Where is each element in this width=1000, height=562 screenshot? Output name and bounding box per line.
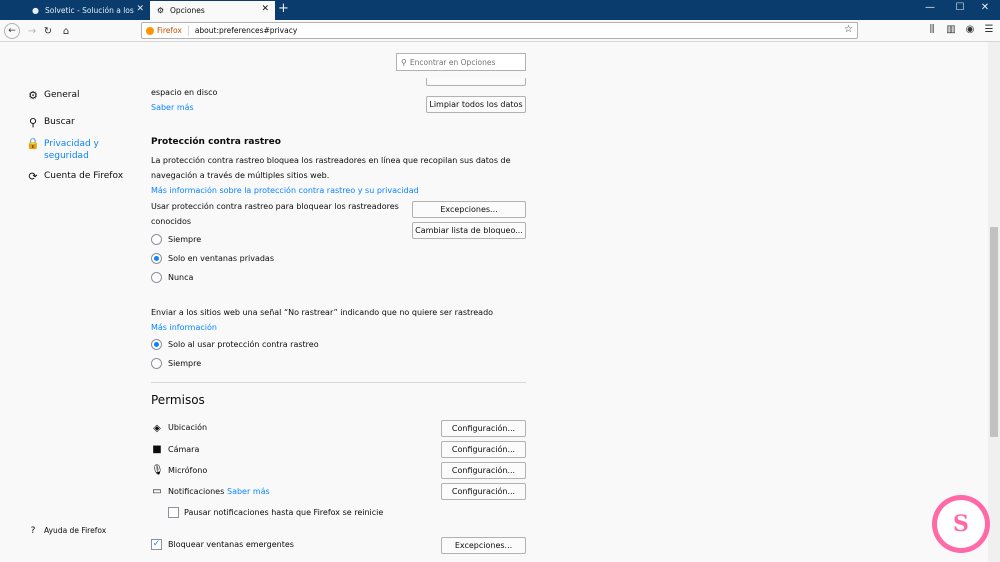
permission-label-notifications: Notificaciones bbox=[168, 487, 225, 496]
notifications-learn-more-link[interactable]: Saber más bbox=[227, 487, 270, 496]
sidebar-item-buscar[interactable]: ⚲ Buscar bbox=[26, 117, 75, 128]
microphone-settings-button[interactable]: Configuración... bbox=[441, 462, 526, 479]
tracking-radio-siempre[interactable] bbox=[151, 234, 162, 245]
solvetic-logo: S bbox=[932, 495, 990, 553]
dnt-more-info-link[interactable]: Más información bbox=[151, 323, 217, 332]
firefox-icon bbox=[146, 26, 154, 35]
change-block-list-button[interactable]: Cambiar lista de bloqueo... bbox=[412, 222, 526, 239]
back-button[interactable]: ← bbox=[4, 23, 20, 39]
menu-icon[interactable]: ☰ bbox=[982, 24, 996, 35]
search-icon: ⚲ bbox=[401, 57, 407, 67]
sync-icon: ⟳ bbox=[28, 170, 38, 183]
title-bar: ● Solvetic - Solución a los proble ✕ ⚙ O… bbox=[0, 0, 1000, 20]
clear-all-data-button[interactable]: Limpiar todos los datos bbox=[426, 96, 526, 113]
cache-learn-more-link[interactable]: Saber más bbox=[151, 103, 194, 112]
sidebar-item-label: General bbox=[44, 90, 80, 100]
block-popups-checkbox[interactable]: ✓ bbox=[151, 539, 162, 550]
sidebar-item-label: Buscar bbox=[44, 117, 75, 127]
permission-label-microphone: Micrófono bbox=[168, 466, 208, 475]
search-placeholder: Encontrar en Opciones bbox=[409, 57, 496, 67]
solvetic-favicon-icon: ● bbox=[32, 6, 39, 15]
section-divider bbox=[151, 382, 526, 383]
tab-label: Opciones bbox=[170, 6, 205, 15]
minimize-icon[interactable]: — bbox=[915, 2, 945, 13]
radio-label: Nunca bbox=[168, 273, 194, 282]
tracking-use-line2: conocidos bbox=[151, 217, 192, 226]
tab-opciones[interactable]: ⚙ Opciones ✕ bbox=[150, 1, 275, 20]
sidebar-item-general[interactable]: ⚙ General bbox=[26, 90, 79, 101]
tab-solvetic[interactable]: ● Solvetic - Solución a los proble ✕ bbox=[25, 1, 150, 20]
radio-label: Solo en ventanas privadas bbox=[168, 254, 274, 263]
permission-label-camera: Cámara bbox=[168, 445, 200, 454]
permissions-heading: Permisos bbox=[151, 393, 205, 407]
search-input[interactable]: ⚲ Encontrar en Opciones bbox=[396, 53, 526, 71]
help-label: Ayuda de Firefox bbox=[44, 526, 107, 535]
forward-button[interactable]: → bbox=[24, 23, 40, 39]
notifications-settings-button[interactable]: Configuración... bbox=[441, 483, 526, 500]
camera-icon: ■ bbox=[152, 444, 162, 455]
lock-icon: 🔒 bbox=[26, 137, 40, 150]
identity-box[interactable]: Firefox bbox=[146, 26, 182, 35]
tracking-desc-line2: navegación a través de múltiples sitios … bbox=[151, 171, 330, 180]
radio-label: Siempre bbox=[168, 235, 202, 244]
gear-icon: ⚙ bbox=[28, 89, 38, 102]
notification-icon: ▭ bbox=[152, 486, 162, 497]
tracking-use-line1: Usar protección contra rastreo para bloq… bbox=[151, 202, 399, 211]
sidebar-item-label: Privacidad y seguridad bbox=[44, 139, 99, 161]
help-icon: ? bbox=[30, 526, 36, 536]
location-icon: ◈ bbox=[153, 423, 161, 434]
home-button[interactable]: ⌂ bbox=[58, 23, 74, 39]
new-tab-button[interactable]: + bbox=[278, 1, 289, 16]
block-popups-label: Bloquear ventanas emergentes bbox=[168, 540, 294, 549]
camera-settings-button[interactable]: Configuración... bbox=[441, 441, 526, 458]
nav-toolbar: ← → ↻ ⌂ Firefox about:preferences#privac… bbox=[0, 20, 1000, 42]
tracking-radio-private[interactable] bbox=[151, 253, 162, 264]
logo-letter: S bbox=[937, 500, 985, 548]
url-text[interactable]: about:preferences#privacy bbox=[195, 26, 297, 35]
tracking-desc-line1: La protección contra rastreo bloquea los… bbox=[151, 156, 511, 165]
dnt-radio-siempre[interactable] bbox=[151, 358, 162, 369]
sidebar-item-cuenta[interactable]: ⟳ Cuenta de Firefox bbox=[26, 171, 123, 182]
account-icon[interactable]: ◉ bbox=[963, 24, 977, 35]
search-icon: ⚲ bbox=[28, 116, 38, 129]
sidebar-item-label: Cuenta de Firefox bbox=[44, 171, 124, 181]
brand-label: Firefox bbox=[157, 26, 182, 35]
gear-icon: ⚙ bbox=[156, 6, 165, 15]
location-settings-button[interactable]: Configuración... bbox=[441, 420, 526, 437]
library-icon[interactable]: ⫼ bbox=[925, 24, 939, 35]
tracking-exceptions-button[interactable]: Excepciones... bbox=[412, 201, 526, 218]
tracking-radio-nunca[interactable] bbox=[151, 272, 162, 283]
close-icon[interactable]: ✕ bbox=[136, 4, 144, 14]
microphone-icon: 🎙 bbox=[151, 465, 164, 476]
tracking-more-info-link[interactable]: Más información sobre la protección cont… bbox=[151, 186, 419, 195]
scrollbar-thumb[interactable] bbox=[990, 227, 998, 437]
pause-notifications-label: Pausar notificaciones hasta que Firefox … bbox=[184, 508, 384, 517]
sidebar-help-link[interactable]: ? Ayuda de Firefox bbox=[26, 526, 107, 537]
dnt-radio-tracking-only[interactable] bbox=[151, 339, 162, 350]
sidebar-toggle-icon[interactable]: ▥ bbox=[944, 24, 958, 35]
cache-text: espacio en disco bbox=[151, 88, 218, 97]
url-separator bbox=[187, 25, 189, 36]
close-icon[interactable]: ✕ bbox=[261, 4, 269, 14]
pause-notifications-checkbox[interactable] bbox=[168, 507, 179, 518]
radio-label: Siempre bbox=[168, 359, 202, 368]
partial-button[interactable] bbox=[426, 78, 526, 86]
sidebar-item-privacidad[interactable]: 🔒 Privacidad y seguridad bbox=[26, 138, 114, 162]
reload-button[interactable]: ↻ bbox=[40, 23, 56, 39]
popups-exceptions-button[interactable]: Excepciones... bbox=[441, 537, 526, 554]
scrollbar[interactable] bbox=[988, 42, 1000, 562]
dnt-text: Enviar a los sitios web una señal “No ra… bbox=[151, 308, 494, 317]
url-bar[interactable]: Firefox about:preferences#privacy ☆ bbox=[141, 22, 858, 39]
radio-label: Solo al usar protección contra rastreo bbox=[168, 340, 319, 349]
permission-label-location: Ubicación bbox=[168, 423, 208, 432]
tracking-protection-heading: Protección contra rastreo bbox=[151, 137, 281, 147]
tab-label: Solvetic - Solución a los proble bbox=[45, 6, 135, 15]
window-close-icon[interactable]: ✕ bbox=[970, 2, 1000, 13]
bookmark-star-icon[interactable]: ☆ bbox=[844, 24, 853, 35]
